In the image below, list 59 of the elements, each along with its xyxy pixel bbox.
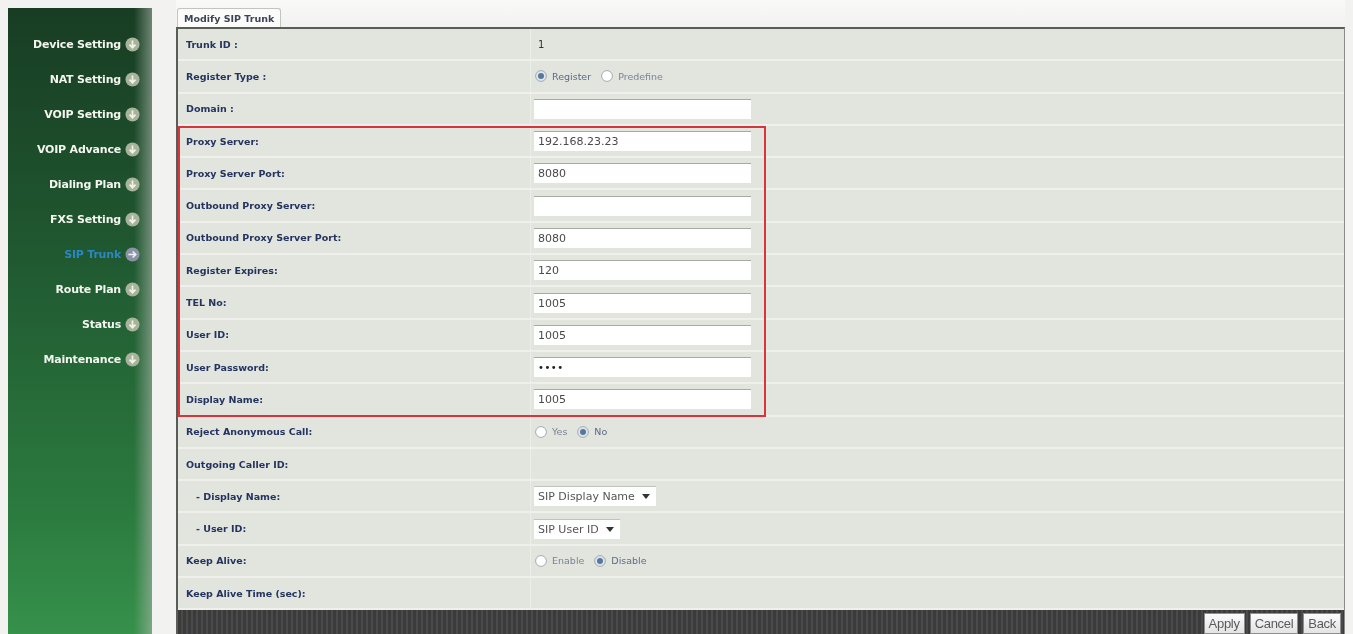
field-label: TEL No:	[186, 297, 227, 308]
text-field[interactable]: 1005	[534, 324, 751, 345]
text-field[interactable]: 8080	[534, 163, 751, 184]
field-label: Display Name:	[186, 393, 263, 405]
down-arrow-icon	[125, 212, 140, 227]
down-arrow-icon	[125, 142, 140, 157]
field-label: User ID:	[186, 329, 230, 341]
field-label: Trunk ID :	[186, 38, 238, 50]
right-arrow-icon	[125, 247, 140, 262]
tab[interactable]: Modify SIP Trunk	[177, 8, 282, 27]
radio-option[interactable]: No	[577, 425, 608, 438]
sidebar-item[interactable]: Maintenance	[43, 351, 140, 368]
footer-button[interactable]: Back	[1303, 613, 1341, 634]
sidebar-item[interactable]: NAT Setting	[49, 71, 140, 88]
footer-button[interactable]: Cancel	[1249, 613, 1299, 634]
text-field[interactable]: 192.168.23.23	[534, 131, 751, 152]
password-field[interactable]: ••••	[534, 357, 751, 378]
field-label: Proxy Server Port:	[186, 167, 285, 179]
field-label: Outgoing Caller ID:	[186, 458, 289, 470]
text-field[interactable]: 1005	[534, 389, 751, 410]
caret-icon	[641, 494, 650, 500]
sidebar-item[interactable]: Dialing Plan	[48, 176, 140, 193]
footer-button[interactable]: Apply	[1203, 613, 1245, 634]
sidebar-item[interactable]: Route Plan	[55, 281, 140, 298]
down-arrow-icon	[125, 37, 140, 52]
field-label: - User ID:	[196, 523, 247, 535]
field-value: 1	[537, 38, 545, 50]
field-label: Keep Alive Time (sec):	[186, 587, 306, 599]
sidebar-item[interactable]: Status	[81, 316, 140, 333]
field-label: Outbound Proxy Server Port:	[186, 232, 342, 244]
radio-option[interactable]: Disable	[594, 554, 647, 567]
field-label: Outbound Proxy Server:	[186, 200, 316, 212]
field-label: - Display Name:	[196, 490, 281, 502]
sidebar-item[interactable]: VOIP Setting	[44, 106, 140, 123]
dropdown[interactable]: SIP Display Name	[534, 486, 656, 507]
down-arrow-icon	[125, 282, 140, 297]
down-arrow-icon	[125, 72, 140, 87]
field-label: Domain :	[186, 103, 234, 115]
sidebar-item[interactable]: Device Setting	[33, 36, 140, 53]
field-label: Reject Anonymous Call:	[186, 426, 313, 438]
field-label: Register Expires:	[186, 264, 278, 276]
text-field[interactable]	[534, 98, 751, 119]
text-field[interactable]: 8080	[534, 227, 751, 248]
down-arrow-icon	[125, 317, 140, 332]
radio-option[interactable]: Register	[535, 70, 592, 83]
down-arrow-icon	[125, 352, 140, 367]
field-label: User Password:	[186, 361, 269, 373]
dropdown[interactable]: SIP User ID	[534, 518, 620, 539]
sidebar-item[interactable]: FXS Setting	[50, 211, 140, 228]
field-label: Keep Alive:	[186, 555, 247, 567]
field-label: Proxy Server:	[186, 135, 259, 147]
text-field[interactable]: 120	[534, 260, 751, 281]
sidebar-item[interactable]: VOIP Advance	[36, 141, 140, 158]
down-arrow-icon	[125, 177, 140, 192]
text-field[interactable]: 1005	[534, 292, 751, 313]
caret-icon	[605, 526, 614, 532]
down-arrow-icon	[125, 107, 140, 122]
text-field[interactable]	[534, 195, 751, 216]
field-label: Register Type :	[186, 70, 267, 82]
